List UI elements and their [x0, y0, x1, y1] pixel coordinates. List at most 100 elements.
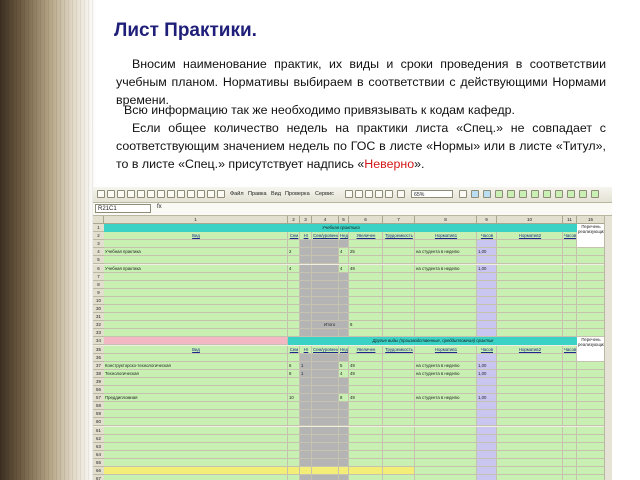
cell[interactable]	[497, 240, 563, 249]
value[interactable]: 49	[349, 369, 383, 378]
fill-green-icon-6[interactable]	[555, 190, 563, 198]
cell[interactable]	[288, 442, 300, 451]
semester[interactable]: 8	[288, 369, 300, 378]
cell[interactable]	[104, 305, 288, 314]
cell[interactable]	[312, 410, 339, 419]
cell[interactable]	[383, 321, 415, 330]
cell[interactable]	[104, 296, 288, 305]
cell[interactable]	[477, 418, 497, 427]
column-heading[interactable]: Трудоемкость	[383, 345, 415, 354]
cell[interactable]	[497, 418, 563, 427]
cell[interactable]	[563, 442, 577, 451]
fill-green-icon-5[interactable]	[543, 190, 551, 198]
cell[interactable]	[497, 394, 563, 403]
cell[interactable]	[300, 240, 312, 249]
cell[interactable]	[477, 467, 497, 476]
cell[interactable]	[288, 288, 300, 297]
weeks[interactable]: 8	[339, 394, 349, 403]
cell[interactable]	[288, 377, 300, 386]
cell[interactable]	[104, 426, 288, 435]
new-file-icon[interactable]	[97, 190, 105, 198]
cell[interactable]	[577, 426, 605, 435]
cell[interactable]	[312, 329, 339, 338]
cell[interactable]	[383, 394, 415, 403]
cell[interactable]	[497, 434, 563, 443]
cell[interactable]	[383, 272, 415, 281]
cell[interactable]	[339, 410, 349, 419]
cell[interactable]	[104, 280, 288, 289]
cell[interactable]	[563, 402, 577, 411]
cell[interactable]	[300, 296, 312, 305]
cell[interactable]	[577, 475, 605, 480]
cell[interactable]	[477, 442, 497, 451]
cell[interactable]	[383, 369, 415, 378]
cell[interactable]	[349, 450, 383, 459]
cell[interactable]	[497, 353, 563, 362]
cell[interactable]	[563, 458, 577, 467]
cell[interactable]	[563, 426, 577, 435]
menu-service[interactable]: Сервис	[315, 191, 334, 197]
column-heading[interactable]: Часов	[477, 345, 497, 354]
cell[interactable]	[300, 264, 312, 273]
cell[interactable]	[477, 288, 497, 297]
norm[interactable]: на студента в неделю	[415, 361, 477, 370]
cell[interactable]	[288, 329, 300, 338]
cell[interactable]	[383, 248, 415, 257]
autosum-icon[interactable]	[217, 190, 225, 198]
cell[interactable]	[415, 418, 477, 427]
cell[interactable]	[383, 353, 415, 362]
column-heading[interactable]: Сем/уровень	[312, 232, 339, 241]
cell[interactable]	[383, 410, 415, 419]
cell[interactable]	[577, 386, 605, 395]
cell[interactable]	[497, 264, 563, 273]
cell[interactable]	[339, 442, 349, 451]
practice-name[interactable]: Преддипломная	[104, 394, 288, 403]
cell[interactable]	[477, 458, 497, 467]
cell[interactable]	[288, 418, 300, 427]
column-heading[interactable]: Норматив1	[415, 345, 477, 354]
cell[interactable]	[383, 288, 415, 297]
cell[interactable]	[415, 434, 477, 443]
cell[interactable]	[104, 418, 288, 427]
cell[interactable]	[349, 377, 383, 386]
cell[interactable]	[383, 305, 415, 314]
cell[interactable]	[415, 288, 477, 297]
cell[interactable]	[312, 256, 339, 265]
cell[interactable]	[563, 305, 577, 314]
cell[interactable]	[339, 450, 349, 459]
cell[interactable]	[312, 467, 339, 476]
cell[interactable]	[300, 377, 312, 386]
cell[interactable]	[349, 240, 383, 249]
open-file-icon[interactable]	[107, 190, 115, 198]
weeks[interactable]: 4	[339, 369, 349, 378]
cell[interactable]	[415, 296, 477, 305]
column-heading[interactable]: Сем/уровень	[312, 345, 339, 354]
cell[interactable]	[497, 248, 563, 257]
cell[interactable]	[415, 240, 477, 249]
cell[interactable]	[577, 248, 605, 257]
column-heading[interactable]: Норматив2	[497, 345, 563, 354]
cell[interactable]	[577, 288, 605, 297]
cell[interactable]	[383, 361, 415, 370]
cell[interactable]	[339, 329, 349, 338]
cell[interactable]	[312, 377, 339, 386]
name-box[interactable]: R21C1	[95, 204, 151, 213]
cell[interactable]	[383, 426, 415, 435]
cell[interactable]	[577, 296, 605, 305]
cell[interactable]	[577, 402, 605, 411]
column-heading[interactable]: Сем	[288, 345, 300, 354]
cell[interactable]	[383, 329, 415, 338]
cell[interactable]	[577, 369, 605, 378]
cell[interactable]	[104, 337, 288, 346]
cell[interactable]	[300, 467, 312, 476]
cell[interactable]	[349, 329, 383, 338]
cell[interactable]	[577, 272, 605, 281]
cell[interactable]	[563, 467, 577, 476]
cell[interactable]	[477, 305, 497, 314]
cell[interactable]	[415, 305, 477, 314]
cell[interactable]	[497, 458, 563, 467]
copy-icon[interactable]	[167, 190, 175, 198]
cell[interactable]	[339, 434, 349, 443]
cell[interactable]	[104, 272, 288, 281]
cell[interactable]	[497, 305, 563, 314]
